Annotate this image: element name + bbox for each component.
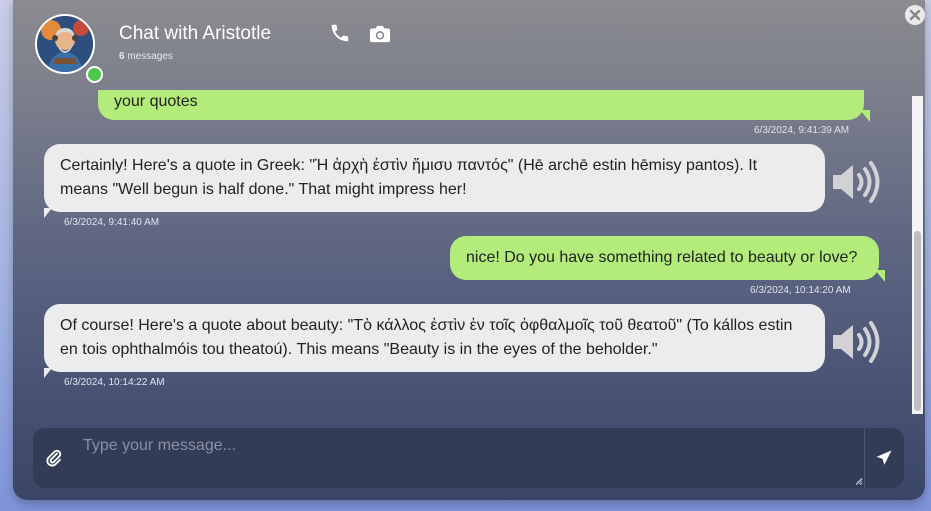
message-text: Certainly! Here's a quote in Greek: "Ἡ ἀ… [60,157,758,198]
user-message: your quotes [98,90,870,122]
message-text: nice! Do you have something related to b… [466,249,858,266]
send-icon[interactable] [875,449,893,467]
message-count-label: messages [127,51,173,62]
message-text: Of course! Here's a quote about beauty: … [60,317,793,358]
avatar-portrait [37,16,93,72]
message-timestamp: 6/3/2024, 10:14:20 AM [750,285,851,296]
composer-divider [864,428,865,488]
avatar [35,14,95,74]
message-input[interactable] [75,428,863,486]
chat-header: Chat with Aristotle 6 messages [13,0,925,90]
close-icon [909,9,921,21]
scrollbar-thumb[interactable] [914,231,921,411]
online-status-dot [86,66,103,83]
chat-window: Chat with Aristotle 6 messages your quot… [13,0,925,500]
phone-icon[interactable] [329,22,351,44]
message-composer [33,428,904,488]
assistant-message: Of course! Here's a quote about beauty: … [44,304,825,378]
paperclip-icon[interactable] [45,449,63,467]
message-count: 6 messages [119,51,173,62]
speaker-icon[interactable] [831,160,881,204]
user-message: nice! Do you have something related to b… [450,236,885,282]
resize-grip-icon[interactable] [855,477,863,485]
message-scrollbar[interactable] [912,96,923,414]
camera-icon[interactable] [369,24,391,44]
message-list[interactable]: your quotes 6/3/2024, 9:41:39 AM Certain… [13,90,911,420]
speaker-icon[interactable] [831,320,881,364]
chat-title: Chat with Aristotle [119,23,272,44]
message-timestamp: 6/3/2024, 10:14:22 AM [64,377,165,388]
assistant-message: Certainly! Here's a quote in Greek: "Ἡ ἀ… [44,144,825,218]
close-button[interactable] [905,5,925,25]
message-timestamp: 6/3/2024, 9:41:40 AM [64,217,160,228]
message-timestamp: 6/3/2024, 9:41:39 AM [754,125,850,136]
message-count-number: 6 [119,51,125,62]
message-text: your quotes [114,93,198,110]
